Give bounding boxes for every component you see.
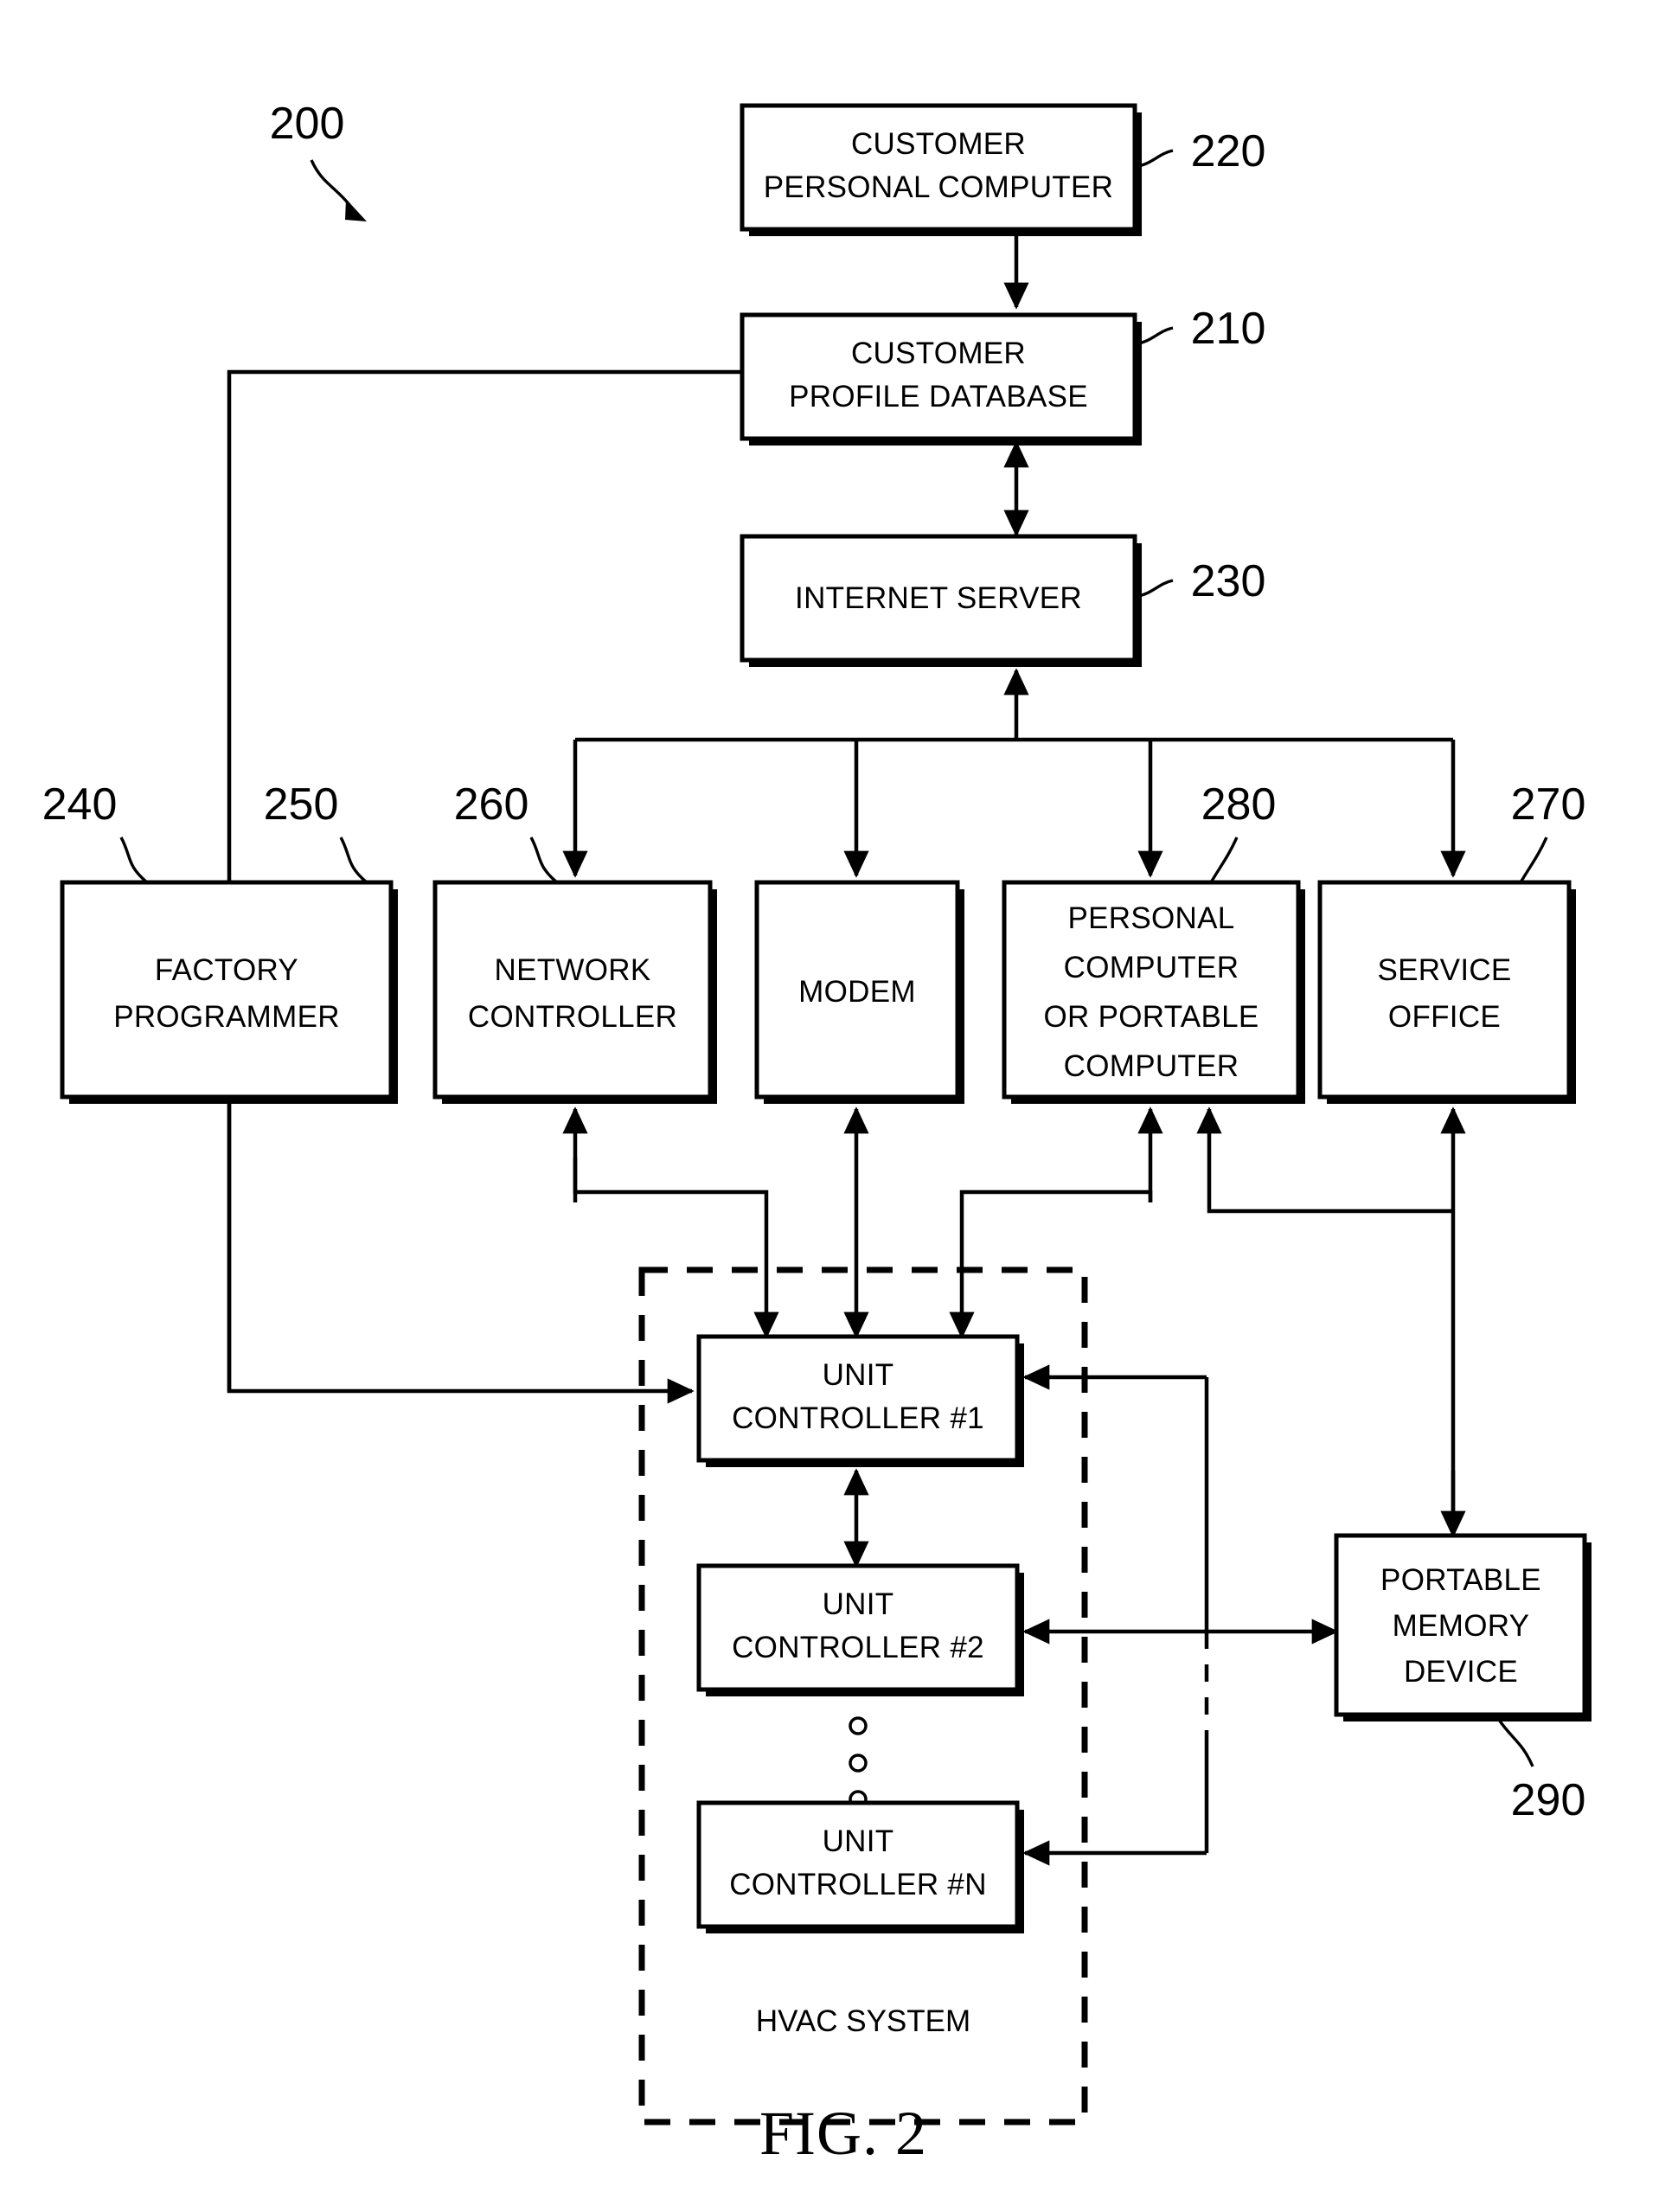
box-outline <box>740 103 1137 232</box>
node-label-line-2: CONTROLLER #1 <box>732 1401 984 1435</box>
node-label-line-1: MODEM <box>798 975 916 1009</box>
vertical-ellipsis <box>849 1716 868 1809</box>
node-label-line-1: UNIT <box>823 1587 894 1621</box>
node-label-line-4: COMPUTER <box>1064 1049 1239 1083</box>
reference-numeral-200: 200 <box>270 99 367 221</box>
link-network-controller-to-unit-controller-1 <box>573 1157 779 1339</box>
node-service-office[interactable]: SERVICE OFFICE <box>1317 880 1576 1104</box>
patent-figure: HVAC SYSTEM CUSTOMER PERSONAL COMPUTER C… <box>0 0 1678 2212</box>
node-label-line-1: PERSONAL <box>1067 901 1234 935</box>
node-label-line-1: INTERNET SERVER <box>795 581 1082 615</box>
node-label-line-1: FACTORY <box>155 953 298 987</box>
box-outline <box>696 1800 1020 1929</box>
box-outline <box>696 1563 1020 1692</box>
ref-leader <box>339 837 368 884</box>
node-label-line-1: SERVICE <box>1377 953 1511 987</box>
node-factory-programmer[interactable]: FACTORY PROGRAMMER <box>60 880 398 1104</box>
hvac-system-label: HVAC SYSTEM <box>756 2004 970 2038</box>
node-customer-profile-database[interactable]: CUSTOMER PROFILE DATABASE <box>740 312 1142 446</box>
node-label-line-2: PROGRAMMER <box>113 1000 340 1034</box>
node-label-line-2: COMPUTER <box>1064 951 1239 984</box>
ref-number-text: 200 <box>270 99 345 149</box>
node-label-line-1: UNIT <box>823 1358 894 1392</box>
ref-leader <box>1209 837 1239 883</box>
link-service-office-branch-to-personal-computer <box>1196 1106 1453 1214</box>
node-customer-personal-computer[interactable]: CUSTOMER PERSONAL COMPUTER <box>740 103 1142 236</box>
node-label-line-3: DEVICE <box>1404 1655 1518 1689</box>
node-label-line-1: CUSTOMER <box>851 127 1026 161</box>
ref-number-text: 250 <box>264 779 339 830</box>
reference-numeral-210: 210 <box>1134 304 1266 354</box>
node-label-line-2: PERSONAL COMPUTER <box>764 170 1113 204</box>
node-label-line-2: CONTROLLER #2 <box>732 1631 984 1664</box>
ellipsis-dot <box>849 1716 868 1735</box>
node-label-line-1: NETWORK <box>495 953 651 987</box>
ref-leader-curve <box>310 159 352 208</box>
ref-number-text: 210 <box>1191 304 1266 354</box>
ref-number-text: 280 <box>1201 779 1277 830</box>
ref-leader <box>1497 1719 1534 1767</box>
node-label-line-2: CONTROLLER <box>468 1000 677 1034</box>
node-label-line-1: UNIT <box>823 1824 894 1858</box>
figure-caption: FIG. 2 <box>759 2099 927 2168</box>
ref-leader <box>119 837 149 884</box>
ref-number-text: 270 <box>1511 779 1586 830</box>
node-network-controller[interactable]: NETWORK CONTROLLER <box>432 880 717 1104</box>
ellipsis-dot <box>849 1754 868 1773</box>
reference-numeral-230: 230 <box>1134 556 1266 606</box>
node-personal-or-portable-computer[interactable]: PERSONAL COMPUTER OR PORTABLE COMPUTER <box>1002 880 1305 1104</box>
figure-2-block-diagram: HVAC SYSTEM CUSTOMER PERSONAL COMPUTER C… <box>42 99 1592 2168</box>
reference-numeral-220: 220 <box>1134 126 1266 176</box>
reference-numeral-250: 250 <box>264 779 368 884</box>
box-outline <box>696 1334 1020 1463</box>
node-unit-controller-1[interactable]: UNIT CONTROLLER #1 <box>696 1334 1024 1467</box>
box-outline <box>60 880 394 1100</box>
ref-leader <box>1519 837 1548 883</box>
reference-numeral-280: 280 <box>1201 779 1277 883</box>
ref-number-text: 230 <box>1191 556 1266 606</box>
reference-numeral-260: 260 <box>454 779 559 884</box>
ref-number-text: 260 <box>454 779 529 830</box>
ref-number-text: 290 <box>1511 1775 1586 1825</box>
ref-number-text: 240 <box>42 779 118 830</box>
node-label-line-3: OR PORTABLE <box>1043 1000 1258 1034</box>
link-personal-computer-to-unit-controller-1 <box>949 1189 1153 1339</box>
node-label-line-2: CONTROLLER #N <box>729 1868 987 1901</box>
node-unit-controller-n[interactable]: UNIT CONTROLLER #N <box>696 1800 1024 1933</box>
node-label-line-1: PORTABLE <box>1380 1563 1541 1597</box>
node-label-line-2: MEMORY <box>1393 1609 1530 1643</box>
ref-leader-arrowhead <box>345 199 367 221</box>
node-label-line-2: OFFICE <box>1388 1000 1501 1034</box>
ref-number-text: 220 <box>1191 126 1266 176</box>
ref-leader <box>529 837 559 884</box>
node-portable-memory-device[interactable]: PORTABLE MEMORY DEVICE <box>1334 1533 1592 1722</box>
node-label-line-2: PROFILE DATABASE <box>789 380 1088 414</box>
reference-numeral-240: 240 <box>42 779 149 884</box>
node-label-line-1: CUSTOMER <box>851 337 1026 370</box>
box-outline <box>740 312 1137 441</box>
node-unit-controller-2[interactable]: UNIT CONTROLLER #2 <box>696 1563 1024 1696</box>
reference-numeral-270: 270 <box>1511 779 1586 883</box>
node-internet-server[interactable]: INTERNET SERVER <box>740 534 1142 667</box>
node-modem[interactable]: MODEM <box>754 880 964 1104</box>
box-outline <box>432 880 713 1100</box>
box-outline <box>1317 880 1572 1100</box>
reference-numeral-290: 290 <box>1497 1719 1586 1825</box>
